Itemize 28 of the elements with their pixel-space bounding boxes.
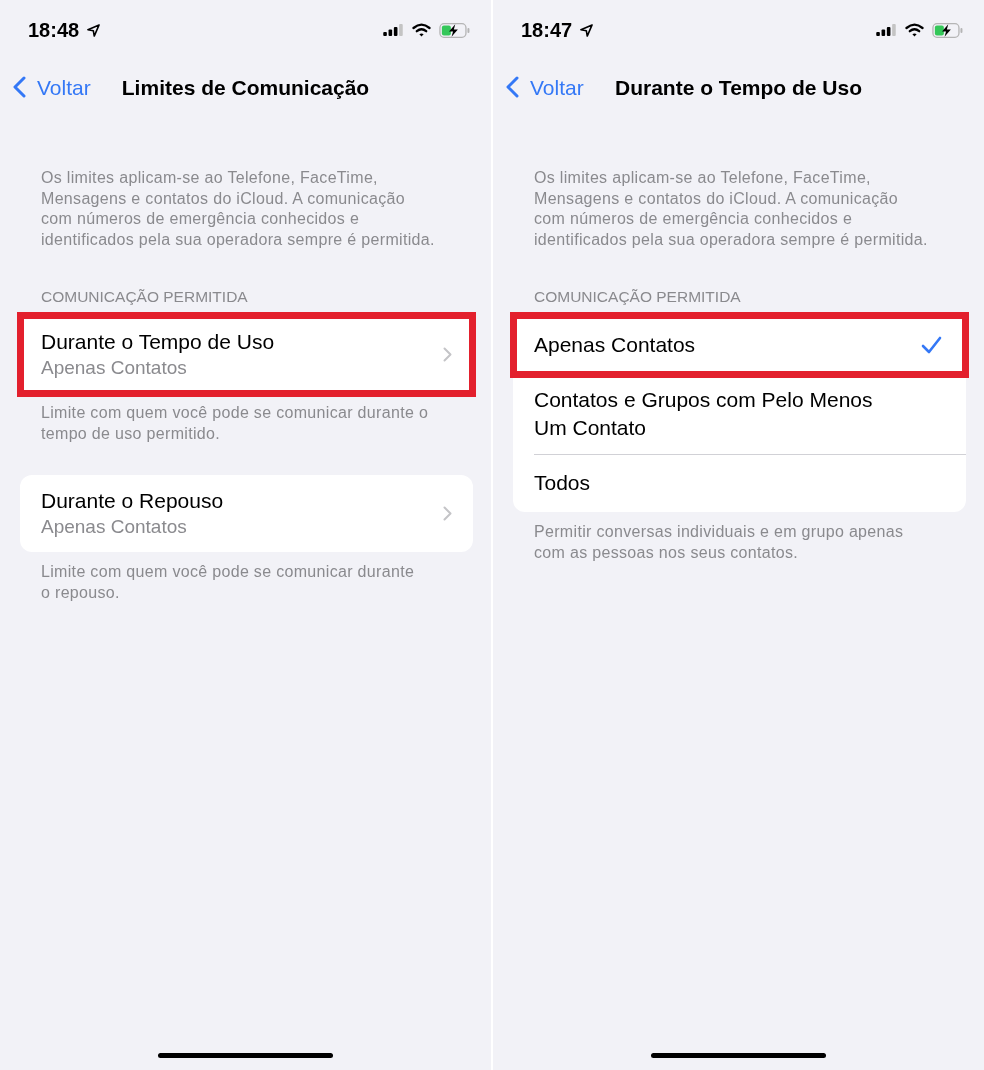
section-footer: Limite com quem você pode se comunicar durante o tempo de uso permitido.: [41, 402, 429, 445]
status-time: 18:48: [28, 20, 80, 40]
checkmark-icon: [921, 335, 942, 354]
signal-icon: [383, 24, 403, 36]
section-footer: Permitir conversas individuais e em grupo apenas com as pessoas nos seus contatos.: [534, 521, 904, 564]
signal-icon: [876, 24, 896, 36]
option-row[interactable]: Todos: [513, 453, 966, 512]
back-button[interactable]: Voltar: [12, 76, 91, 98]
section-header: COMUNICAÇÃO PERMITIDA: [534, 287, 741, 306]
battery-icon: [439, 22, 470, 38]
battery-icon: [932, 22, 963, 38]
chevron-icon: [443, 346, 452, 362]
settings-row[interactable]: Durante o Repouso Apenas Contatos: [20, 475, 473, 553]
back-chevron-icon: [12, 76, 26, 98]
intro-text: Os limites aplicam-se ao Telefone, FaceTime, Mensagens e contatos do iCloud. A comunicação com números de emergência conhecidos e identificados pela sua operadora sempre é permitida.: [534, 168, 928, 251]
section-header: COMUNICAÇÃO PERMITIDA: [41, 287, 248, 306]
wifi-icon: [905, 23, 924, 37]
nav-title: Durante o Tempo de Uso: [615, 76, 862, 98]
section-footer: Limite com quem você pode se comunicar durante o repouso.: [41, 562, 415, 604]
chevron-icon: [443, 506, 452, 522]
back-button[interactable]: Voltar: [505, 76, 584, 98]
location-arrow-icon: [87, 23, 101, 37]
location-arrow-icon: [580, 23, 594, 37]
nav-title: Limites de Comunicação: [121, 76, 370, 98]
intro-text: Os limites aplicam-se ao Telefone, FaceTime, Mensagens e contatos do iCloud. A comunicação com números de emergência conhecidos e identificados pela sua operadora sempre é permitida.: [41, 168, 435, 251]
status-time: 18:47: [521, 20, 573, 40]
wifi-icon: [412, 23, 431, 37]
back-chevron-icon: [505, 76, 519, 98]
